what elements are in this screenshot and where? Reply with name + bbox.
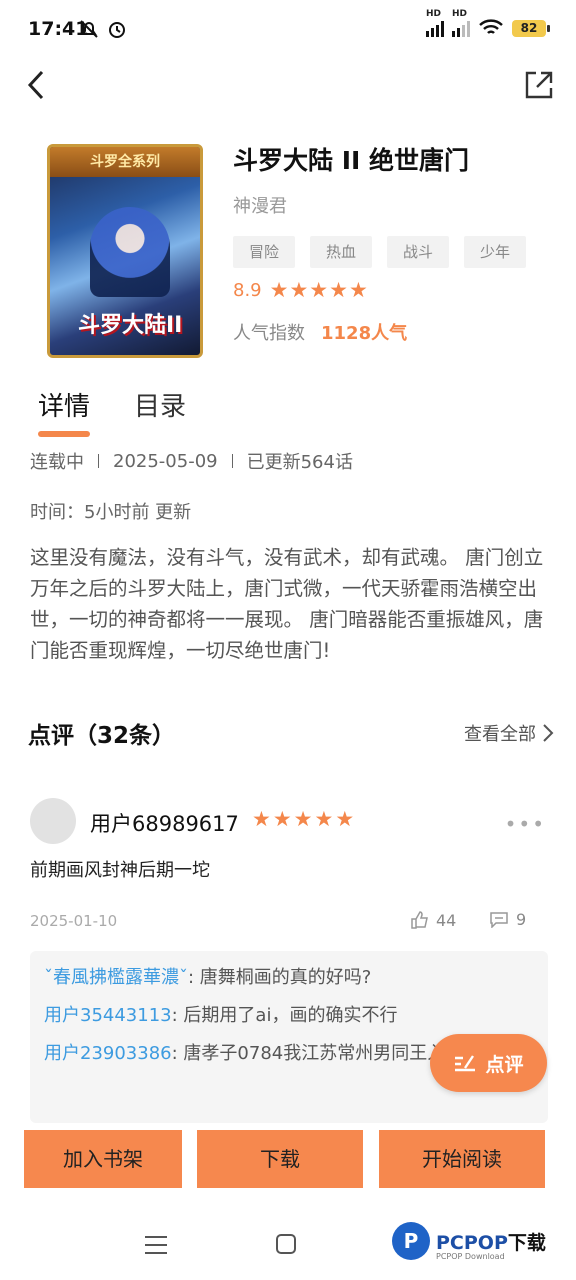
update-time: 时间：5小时前 更新 — [30, 502, 192, 523]
review-username[interactable]: 用户68989617 — [90, 808, 239, 838]
status-bar: 17:41 HD HD 82 — [0, 0, 576, 60]
signal-icon-2: HD — [452, 9, 470, 37]
like-count: 44 — [436, 910, 457, 930]
menu-icon[interactable] — [145, 1236, 167, 1260]
book-title: 斗罗大陆 II 绝世唐门 — [233, 146, 470, 175]
chevron-right-icon — [543, 724, 554, 742]
book-info: 斗罗大陆 II 绝世唐门 神漫君 冒险 热血 战斗 少年 8.9 ★ ★ ★ ★… — [233, 144, 553, 345]
review-date: 2025-01-10 — [30, 912, 118, 930]
star-icon: ★ — [269, 278, 289, 302]
thumbs-up-icon — [411, 911, 428, 929]
reviews-header: 点评（32条） 查看全部 — [28, 716, 554, 750]
tag[interactable]: 热血 — [310, 236, 372, 268]
comment-count: 9 — [516, 910, 527, 929]
battery-icon: 82 — [512, 19, 550, 37]
tag-list: 冒险 热血 战斗 少年 — [233, 236, 553, 268]
watermark-logo: P — [392, 1222, 430, 1260]
back-arrow-icon[interactable] — [22, 68, 52, 102]
cover-art — [90, 207, 170, 297]
star-icon: ★ — [329, 278, 348, 302]
reply-item[interactable]: 用户35443113: 后期用了ai，画的确实不行 — [44, 1003, 534, 1029]
popularity-label: 人气指数 — [233, 323, 305, 344]
mute-bell-icon — [80, 20, 98, 38]
reply-item[interactable]: ˇ春風拂檻露華濃ˇ: 唐舞桐画的真的好吗? — [44, 965, 534, 991]
update-date: 2025-05-09 — [113, 450, 218, 472]
watermark-subtext: PCPOP Download — [436, 1252, 505, 1261]
popularity-row: 人气指数 1128人气 — [233, 319, 553, 345]
cover-series-label: 斗罗全系列 — [50, 147, 200, 177]
rating-value: 8.9 — [233, 280, 262, 301]
divider — [98, 454, 99, 468]
star-icon: ★ — [335, 807, 355, 831]
reply-user[interactable]: 用户35443113 — [44, 1005, 172, 1026]
write-review-button[interactable]: 点评 — [430, 1034, 547, 1092]
review-stars: ★ ★ ★ ★ ★ — [252, 809, 354, 830]
star-icon: ★ — [293, 807, 313, 831]
serial-status: 连载中 — [30, 452, 84, 473]
tag[interactable]: 冒险 — [233, 236, 295, 268]
signal-icon: HD — [426, 9, 444, 37]
popularity-value: 1128人气 — [321, 323, 408, 344]
reply-text: : 后期用了ai，画的确实不行 — [171, 1005, 398, 1026]
watermark-text: PCPOP下载 — [436, 1231, 546, 1254]
reply-text: : 唐舞桐画的真的好吗? — [188, 967, 372, 988]
star-icon: ★ — [309, 278, 329, 302]
rating-row: 8.9 ★ ★ ★ ★ ★ — [233, 280, 553, 302]
write-review-label: 点评 — [485, 1053, 524, 1076]
tag[interactable]: 战斗 — [387, 236, 449, 268]
star-icon: ★ — [272, 807, 292, 831]
tag[interactable]: 少年 — [464, 236, 526, 268]
watermark: P PCPOP下载 PCPOP Download — [392, 1222, 546, 1261]
avatar[interactable] — [30, 798, 76, 844]
book-cover: 斗罗全系列 斗罗大陆II — [47, 144, 203, 358]
star-icon: ★ — [314, 807, 334, 831]
detail-tabs: 详情 目录 — [38, 386, 186, 437]
home-icon[interactable] — [276, 1234, 296, 1254]
tab-details[interactable]: 详情 — [38, 386, 91, 437]
system-nav-bar: P PCPOP下载 PCPOP Download — [0, 1208, 576, 1280]
start-reading-button[interactable]: 开始阅读 — [379, 1130, 545, 1188]
meta-line: 连载中 2025-05-09 已更新564话 — [30, 448, 353, 474]
divider — [231, 454, 233, 468]
share-icon[interactable] — [522, 68, 556, 102]
more-options-icon[interactable]: ••• — [505, 812, 546, 836]
tab-catalog[interactable]: 目录 — [134, 386, 186, 437]
view-all-link[interactable]: 查看全部 — [464, 720, 554, 746]
wifi-icon — [479, 19, 503, 34]
rating-stars: ★ ★ ★ ★ ★ — [270, 280, 368, 301]
top-nav — [0, 62, 576, 106]
comment-icon — [490, 911, 508, 928]
add-to-shelf-button[interactable]: 加入书架 — [24, 1130, 182, 1188]
cover-logo: 斗罗大陆II — [78, 313, 183, 338]
reviews-title: 点评（32条） — [28, 723, 176, 749]
book-description: 这里没有魔法，没有斗气，没有武术，却有武魂。 唐门创立万年之后的斗罗大陆上，唐门… — [30, 546, 544, 662]
star-icon: ★ — [348, 278, 368, 302]
like-button[interactable]: 44 — [410, 910, 456, 930]
star-icon: ★ — [289, 278, 309, 302]
edit-icon — [455, 1055, 476, 1072]
book-author: 神漫君 — [233, 196, 287, 217]
bottom-action-bar: 加入书架 下载 开始阅读 — [0, 1126, 576, 1192]
download-button[interactable]: 下载 — [197, 1130, 363, 1188]
reply-user[interactable]: 用户23903386 — [44, 1043, 172, 1064]
review-text: 前期画风封神后期一坨 — [30, 860, 210, 881]
reply-user[interactable]: ˇ春風拂檻露華濃ˇ — [44, 967, 188, 988]
episode-count: 已更新564话 — [246, 452, 353, 473]
star-icon: ★ — [252, 807, 271, 831]
alarm-icon — [109, 22, 125, 38]
comment-button[interactable]: 9 — [490, 910, 526, 929]
view-all-label: 查看全部 — [464, 724, 536, 745]
